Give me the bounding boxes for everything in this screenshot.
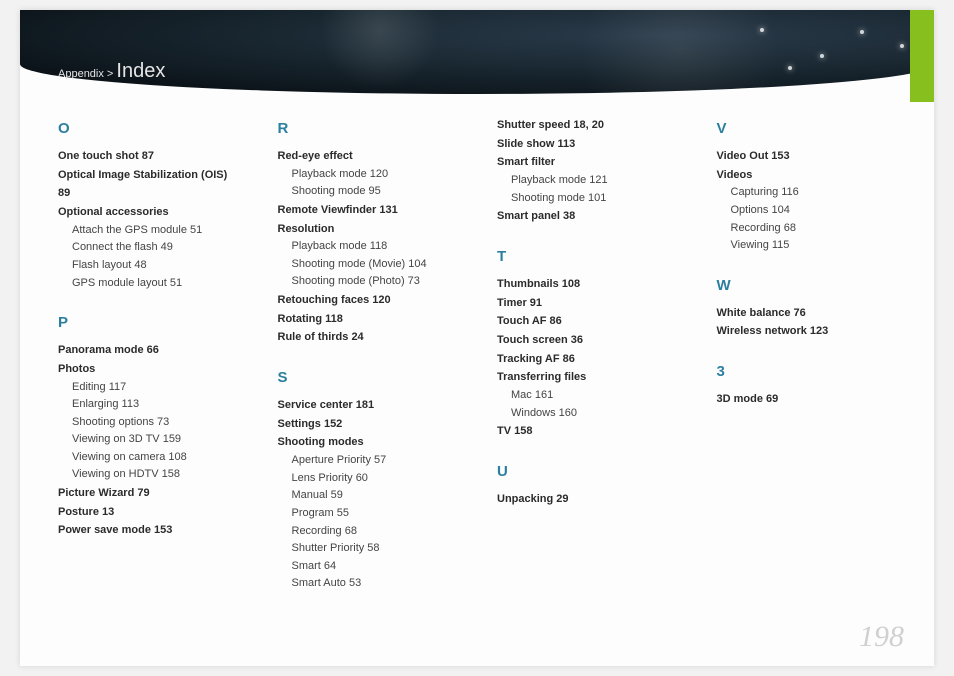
section-tab (910, 10, 934, 102)
index-column: Shutter speed 18, 20Slide show 113Smart … (497, 116, 677, 626)
index-letter: V (717, 120, 897, 137)
index-entry: Shooting modes (278, 433, 458, 452)
index-subentry: Windows 160 (497, 405, 677, 423)
section-gap (58, 292, 238, 310)
index-subentry: Mac 161 (497, 387, 677, 405)
index-entry: Touch AF 86 (497, 312, 677, 331)
index-entry: Settings 152 (278, 415, 458, 434)
index-column: V Video Out 153VideosCapturing 116Options… (717, 116, 897, 626)
index-entry: Timer 91 (497, 294, 677, 313)
index-subentry: GPS module layout 51 (58, 275, 238, 293)
index-subentry: Smart Auto 53 (278, 575, 458, 593)
index-letter: W (717, 277, 897, 294)
index-entry: Video Out 153 (717, 147, 897, 166)
index-subentry: Enlarging 113 (58, 396, 238, 414)
index-entry: Picture Wizard 79 (58, 484, 238, 503)
index-column: O One touch shot 87Optical Image Stabiliz… (58, 116, 238, 626)
sparkle-icon (820, 54, 824, 58)
index-column: RRed-eye effectPlayback mode 120Shooting… (278, 116, 458, 626)
index-subentry: Aperture Priority 57 (278, 452, 458, 470)
index-subentry: Recording 68 (717, 220, 897, 238)
index-subentry: Smart 64 (278, 558, 458, 576)
section-gap (717, 341, 897, 359)
index-entry: One touch shot 87 (58, 147, 238, 166)
index-subentry: Flash layout 48 (58, 257, 238, 275)
index-subentry: Viewing on 3D TV 159 (58, 431, 238, 449)
sparkle-icon (788, 66, 792, 70)
index-subentry: Viewing 115 (717, 237, 897, 255)
breadcrumb-prefix: Appendix > (58, 68, 113, 80)
index-entry: Transferring files (497, 368, 677, 387)
breadcrumb: Appendix > Index (58, 60, 165, 83)
index-columns: O One touch shot 87Optical Image Stabiliz… (58, 116, 896, 626)
section-gap (497, 226, 677, 244)
index-subentry: Options 104 (717, 202, 897, 220)
index-entry: Tracking AF 86 (497, 350, 677, 369)
index-letter: T (497, 248, 677, 265)
index-entry: Optional accessories (58, 203, 238, 222)
index-subentry: Capturing 116 (717, 184, 897, 202)
index-letter: O (58, 120, 238, 137)
section-gap (717, 255, 897, 273)
index-letter: R (278, 120, 458, 137)
index-subentry: Playback mode 121 (497, 172, 677, 190)
index-entry: Rotating 118 (278, 310, 458, 329)
index-subentry: Lens Priority 60 (278, 470, 458, 488)
index-entry: Smart filter (497, 153, 677, 172)
index-entry: Red-eye effect (278, 147, 458, 166)
sparkle-icon (900, 44, 904, 48)
index-subentry: Viewing on HDTV 158 (58, 466, 238, 484)
index-entry: Remote Viewfinder 131 (278, 201, 458, 220)
index-letter: S (278, 369, 458, 386)
sparkle-icon (860, 30, 864, 34)
sparkle-icon (760, 28, 764, 32)
index-entry: Smart panel 38 (497, 207, 677, 226)
index-subentry: Viewing on camera 108 (58, 449, 238, 467)
index-entry: Rule of thirds 24 (278, 328, 458, 347)
index-letter: 3 (717, 363, 897, 380)
index-entry: Wireless network 123 (717, 322, 897, 341)
index-subentry: Shooting mode (Movie) 104 (278, 256, 458, 274)
index-subentry: Recording 68 (278, 523, 458, 541)
page-title: Index (116, 60, 165, 82)
index-entry: Posture 13 (58, 503, 238, 522)
index-entry: Thumbnails 108 (497, 275, 677, 294)
index-entry: Retouching faces 120 (278, 291, 458, 310)
index-entry: Unpacking 29 (497, 490, 677, 509)
index-subentry: Attach the GPS module 51 (58, 222, 238, 240)
index-entry: Touch screen 36 (497, 331, 677, 350)
index-subentry: Editing 117 (58, 379, 238, 397)
index-entry: Photos (58, 360, 238, 379)
index-letter: U (497, 463, 677, 480)
index-subentry: Program 55 (278, 505, 458, 523)
section-gap (278, 347, 458, 365)
index-subentry: Shooting mode (Photo) 73 (278, 273, 458, 291)
index-entry: 3D mode 69 (717, 390, 897, 409)
index-entry: TV 158 (497, 422, 677, 441)
index-letter: P (58, 314, 238, 331)
index-entry: Service center 181 (278, 396, 458, 415)
index-entry: Power save mode 153 (58, 521, 238, 540)
index-subentry: Shooting mode 95 (278, 183, 458, 201)
index-subentry: Shooting options 73 (58, 414, 238, 432)
index-entry: Panorama mode 66 (58, 341, 238, 360)
section-gap (497, 441, 677, 459)
index-entry: Shutter speed 18, 20 (497, 116, 677, 135)
index-subentry: Connect the flash 49 (58, 239, 238, 257)
index-entry: Resolution (278, 220, 458, 239)
page-number: 198 (859, 620, 904, 654)
index-entry: Optical Image Stabilization (OIS) 89 (58, 166, 238, 203)
index-subentry: Manual 59 (278, 487, 458, 505)
index-entry: Slide show 113 (497, 135, 677, 154)
index-subentry: Shooting mode 101 (497, 190, 677, 208)
index-subentry: Playback mode 118 (278, 238, 458, 256)
index-subentry: Playback mode 120 (278, 166, 458, 184)
index-entry: Videos (717, 166, 897, 185)
page: Appendix > Index O One touch shot 87Optic… (20, 10, 934, 666)
index-entry: White balance 76 (717, 304, 897, 323)
index-subentry: Shutter Priority 58 (278, 540, 458, 558)
